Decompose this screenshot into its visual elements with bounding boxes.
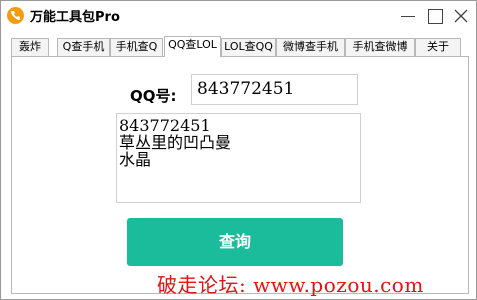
qq-label: QQ号: xyxy=(130,87,177,105)
maximize-icon[interactable] xyxy=(424,5,446,27)
tab-phone-to-q[interactable]: 手机查Q xyxy=(110,38,163,56)
qq-number-input[interactable]: 843772451 xyxy=(191,74,358,105)
tab-about[interactable]: 关于 xyxy=(415,38,461,56)
minimize-icon[interactable] xyxy=(397,5,419,27)
title-bar: 万能工具包Pro xyxy=(1,1,476,31)
tab-qq-to-lol[interactable]: QQ查LOL xyxy=(164,36,221,57)
query-button[interactable]: 查询 xyxy=(127,218,343,266)
result-textarea[interactable]: 843772451 草丛里的凹凸曼 水晶 xyxy=(116,113,361,203)
window-title: 万能工具包Pro xyxy=(30,10,120,25)
tab-weibo-to-phone[interactable]: 微博查手机 xyxy=(276,38,345,56)
tab-q-to-phone[interactable]: Q查手机 xyxy=(57,38,110,56)
tab-lol-to-qq[interactable]: LOL查QQ xyxy=(221,38,276,56)
watermark-text: 破走论坛: www.pozou.com xyxy=(157,273,424,297)
app-window: 万能工具包Pro 轰炸 Q查手机 手机查Q QQ查LOL LOL查QQ 微博查手… xyxy=(0,0,477,300)
app-logo-icon xyxy=(7,7,24,24)
close-icon[interactable] xyxy=(450,5,472,27)
tab-phone-to-weibo[interactable]: 手机查微博 xyxy=(345,38,415,56)
tab-bomb[interactable]: 轰炸 xyxy=(11,38,49,56)
